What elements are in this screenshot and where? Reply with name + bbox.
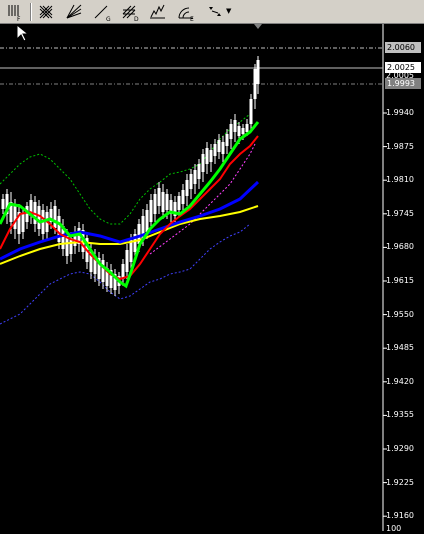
candle-body (129, 240, 133, 262)
candle-body (237, 126, 241, 136)
drawing-toolbar: F G D E ▼ (0, 0, 424, 24)
candle-body (189, 174, 193, 189)
candle-body (181, 190, 185, 204)
price-box-high: 2.0060 (385, 42, 421, 53)
candle-body (37, 206, 41, 229)
candle-body (197, 164, 201, 179)
candle-body (209, 150, 213, 162)
candle-body (201, 154, 205, 172)
candle-body (149, 200, 153, 222)
candle-body (157, 188, 161, 206)
mouse-cursor-icon (16, 24, 30, 42)
candle-body (161, 192, 165, 212)
price-axis-label: 1.9745 (386, 208, 414, 218)
price-axis-label: 1.9680 (386, 242, 414, 252)
price-axis-label: 1.9355 (386, 410, 414, 420)
candle-body (177, 196, 181, 210)
candle-body (233, 120, 237, 132)
price-axis-label: 1.9550 (386, 309, 414, 319)
candle-body (13, 206, 17, 229)
tool-sub-label: D (134, 16, 139, 22)
candle-body (229, 124, 233, 139)
price-axis-label: 1.9290 (386, 444, 414, 453)
candle-body (245, 124, 249, 132)
vertical-lines-icon[interactable]: F (2, 2, 26, 22)
tool-sub-label: F (17, 16, 21, 22)
wave-icon[interactable] (146, 2, 170, 22)
gann-line-icon[interactable]: G (90, 2, 114, 22)
price-box-low: 1.9993 (385, 78, 421, 89)
tool-sub-label: G (106, 16, 111, 22)
gann-grid-icon[interactable]: D (118, 2, 142, 22)
price-axis-label: 1.9485 (386, 343, 414, 353)
price-axis-label: 1.9940 (386, 108, 414, 117)
price-axis-label: 1.9875 (386, 141, 414, 151)
chevron-down-icon[interactable]: ▼ (226, 7, 231, 15)
candle-body (21, 214, 25, 232)
candle-body (225, 134, 229, 146)
price-chart[interactable]: 2.0060 2.0025 2.0005 1.9993 1.9940 1.9875… (0, 24, 424, 533)
candle-body (221, 142, 225, 154)
candle-body (125, 250, 129, 272)
candle-body (53, 206, 57, 228)
candlestick-chart[interactable] (0, 24, 424, 531)
candle-body (241, 128, 245, 134)
price-axis-label: 1.9420 (386, 376, 414, 386)
candle-body (249, 99, 253, 124)
arrows-icon[interactable] (204, 2, 228, 22)
tool-sub-label: E (190, 16, 194, 22)
candle-body (193, 170, 197, 184)
price-axis-label: 1.9225 (386, 477, 414, 487)
candle-body (185, 180, 189, 196)
candle-body (213, 144, 217, 156)
price-axis-label: 1.9810 (386, 175, 414, 185)
price-axis-label: 1.9160 (386, 511, 414, 521)
candle-body (165, 194, 169, 210)
candle-body (253, 69, 257, 99)
fan-icon[interactable] (62, 2, 86, 22)
candle-body (101, 260, 105, 282)
price-axis-label: 1.9615 (386, 276, 414, 285)
candle-body (256, 60, 260, 84)
candle-body (1, 199, 5, 209)
candle-body (217, 140, 221, 152)
candle-body (205, 148, 209, 164)
candle-body (145, 210, 149, 232)
candle-body (153, 194, 157, 214)
grid-icon[interactable] (34, 2, 58, 22)
price-label-bottom: 100 (386, 524, 402, 533)
arc-icon[interactable]: E (174, 2, 198, 22)
